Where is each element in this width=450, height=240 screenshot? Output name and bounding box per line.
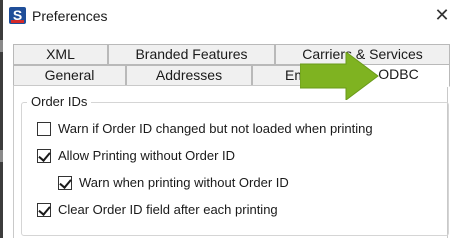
group-title: Order IDs xyxy=(27,94,92,109)
option-label: Warn when printing without Order ID xyxy=(79,175,289,190)
checkbox[interactable] xyxy=(37,149,51,163)
tab-xml[interactable]: XML xyxy=(13,44,108,65)
green-arrow-icon xyxy=(300,52,379,100)
option-label: Clear Order ID field after each printing xyxy=(58,202,278,217)
option-label: Allow Printing without Order ID xyxy=(58,148,236,163)
tab-branded-features[interactable]: Branded Features xyxy=(108,44,275,65)
option-label: Warn if Order ID changed but not loaded … xyxy=(58,121,373,136)
checkbox[interactable] xyxy=(58,176,72,190)
tab-addresses[interactable]: Addresses xyxy=(126,65,252,86)
checkbox[interactable] xyxy=(37,203,51,217)
checkbox[interactable] xyxy=(37,122,51,136)
tab-general[interactable]: General xyxy=(13,65,126,86)
